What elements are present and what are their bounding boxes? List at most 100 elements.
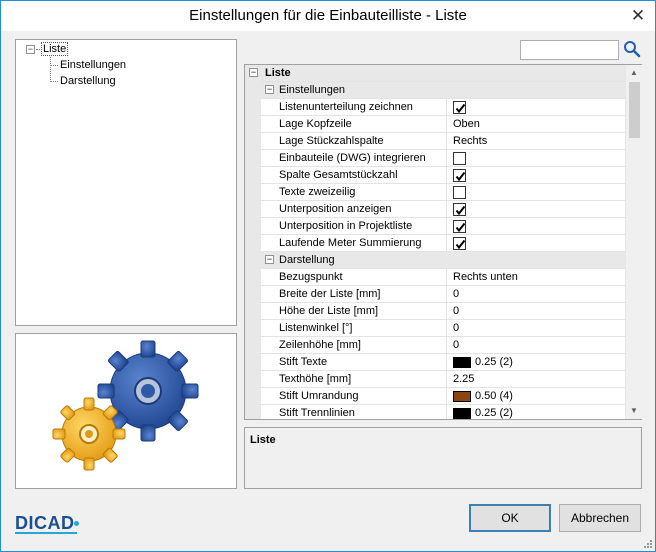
property-value[interactable]: 0 — [449, 286, 625, 302]
search-icon[interactable] — [623, 40, 641, 58]
property-value[interactable] — [449, 150, 625, 166]
category-collapse-icon[interactable]: − — [265, 255, 274, 264]
property-value[interactable] — [449, 201, 625, 217]
property-row[interactable]: Lage Kopfzeile Oben — [261, 116, 626, 133]
tree-item-einstellungen[interactable]: Einstellungen — [60, 57, 126, 73]
property-row[interactable]: Listenunterteilung zeichnen — [261, 99, 626, 116]
property-value[interactable] — [449, 99, 625, 115]
tree-item-label: Einstellungen — [60, 59, 127, 71]
property-value[interactable]: Rechts — [449, 133, 625, 149]
property-name: Spalte Gesamtstückzahl — [261, 167, 447, 183]
scroll-thumb[interactable] — [629, 82, 640, 138]
category-collapse-icon[interactable]: − — [265, 85, 274, 94]
property-name: Listenwinkel [°] — [261, 320, 447, 336]
property-value[interactable] — [449, 184, 625, 200]
property-row[interactable]: Stift Trennlinien 0.25 (2) — [261, 405, 626, 419]
gears-icon — [52, 340, 199, 471]
resize-grip-icon[interactable] — [642, 538, 652, 548]
property-value[interactable]: 0.50 (4) — [449, 388, 625, 404]
description-panel: Liste — [244, 427, 642, 489]
property-checkbox[interactable] — [453, 152, 466, 165]
property-row[interactable]: Stift Texte 0.25 (2) — [261, 354, 626, 371]
property-value[interactable] — [449, 167, 625, 183]
window-title: Einstellungen für die Einbauteilliste - … — [189, 7, 467, 24]
property-name: Laufende Meter Summierung — [261, 235, 447, 251]
property-name: Lage Kopfzeile — [261, 116, 447, 132]
property-grid: − Liste − Einstellungen Listenunterteilung z… — [244, 64, 642, 420]
logo-underline — [15, 532, 77, 534]
property-name: Stift Texte — [261, 354, 447, 370]
property-text-value: 0 — [453, 322, 460, 334]
property-name: Unterposition in Projektliste — [261, 218, 447, 234]
scroll-up-icon[interactable]: ▲ — [626, 65, 642, 81]
property-value[interactable]: 0.25 (2) — [449, 405, 625, 419]
property-text-value: Rechts unten — [453, 271, 518, 283]
property-row[interactable]: Unterposition anzeigen — [261, 201, 626, 218]
property-name: Texthöhe [mm] — [261, 371, 447, 387]
property-row[interactable]: Listenwinkel [°] 0 — [261, 320, 626, 337]
property-row[interactable]: Laufende Meter Summierung — [261, 235, 626, 252]
category-label: Darstellung — [279, 254, 335, 266]
property-checkbox[interactable] — [453, 237, 466, 250]
property-text-value: 0 — [453, 339, 460, 351]
property-text-value: Oben — [453, 118, 480, 130]
category-row-liste[interactable]: − Liste — [249, 65, 626, 82]
cancel-button[interactable]: Abbrechen — [559, 504, 641, 532]
pen-value: 0.25 (2) — [475, 356, 513, 368]
property-checkbox[interactable] — [453, 101, 466, 114]
property-checkbox[interactable] — [453, 220, 466, 233]
property-checkbox[interactable] — [453, 169, 466, 182]
property-name: Stift Umrandung — [261, 388, 447, 404]
property-row[interactable]: Breite der Liste [mm] 0 — [261, 286, 626, 303]
pen-color-swatch — [453, 408, 471, 419]
property-value[interactable]: 0 — [449, 303, 625, 319]
close-button[interactable]: ✕ — [629, 7, 647, 25]
property-value[interactable] — [449, 235, 625, 251]
vertical-scrollbar[interactable]: ▲ ▼ — [625, 65, 642, 419]
property-row[interactable]: Spalte Gesamtstückzahl — [261, 167, 626, 184]
property-value[interactable]: 2.25 — [449, 371, 625, 387]
tree-item-label: Darstellung — [60, 75, 116, 87]
property-checkbox[interactable] — [453, 186, 466, 199]
property-text-value: 0 — [453, 305, 460, 317]
property-row[interactable]: Zeilenhöhe [mm] 0 — [261, 337, 626, 354]
close-icon: ✕ — [630, 6, 646, 25]
property-row[interactable]: Lage Stückzahlspalte Rechts — [261, 133, 626, 150]
ok-button[interactable]: OK — [469, 504, 551, 532]
property-value[interactable]: 0 — [449, 320, 625, 336]
property-row[interactable]: Stift Umrandung 0.50 (4) — [261, 388, 626, 405]
property-value[interactable]: Oben — [449, 116, 625, 132]
category-label: Liste — [265, 67, 291, 79]
property-value[interactable]: 0 — [449, 337, 625, 353]
scroll-down-icon[interactable]: ▼ — [626, 403, 642, 419]
category-row-darstellung[interactable]: − Darstellung — [261, 252, 626, 269]
tree-connector — [36, 49, 40, 50]
property-checkbox[interactable] — [453, 203, 466, 216]
tree-item-liste[interactable]: Liste — [41, 41, 69, 57]
property-row[interactable]: Texthöhe [mm] 2.25 — [261, 371, 626, 388]
property-row[interactable]: Unterposition in Projektliste — [261, 218, 626, 235]
property-value[interactable]: Rechts unten — [449, 269, 625, 285]
property-row[interactable]: Einbauteile (DWG) integrieren — [261, 150, 626, 167]
pen-color-swatch — [453, 391, 471, 402]
checkmark-icon — [455, 239, 466, 250]
property-text-value: 2.25 — [453, 373, 475, 385]
checkmark-icon — [455, 222, 466, 233]
property-name: Lage Stückzahlspalte — [261, 133, 447, 149]
tree-collapse-icon[interactable]: − — [26, 45, 35, 54]
dicad-logo: DICAD — [15, 513, 75, 533]
property-row[interactable]: Bezugspunkt Rechts unten — [261, 269, 626, 286]
checkmark-icon — [455, 103, 466, 114]
search-input[interactable] — [520, 40, 619, 60]
category-row-einstellungen[interactable]: − Einstellungen — [261, 82, 626, 99]
property-value[interactable]: 0.25 (2) — [449, 354, 625, 370]
property-row[interactable]: Höhe der Liste [mm] 0 — [261, 303, 626, 320]
category-collapse-icon[interactable]: − — [249, 68, 258, 77]
title-bar: Einstellungen für die Einbauteilliste - … — [1, 1, 655, 31]
property-row[interactable]: Texte zweizeilig — [261, 184, 626, 201]
property-text-value: 0 — [453, 288, 460, 300]
property-name: Bezugspunkt — [261, 269, 447, 285]
property-name: Zeilenhöhe [mm] — [261, 337, 447, 353]
property-value[interactable] — [449, 218, 625, 234]
tree-item-darstellung[interactable]: Darstellung — [60, 73, 116, 89]
